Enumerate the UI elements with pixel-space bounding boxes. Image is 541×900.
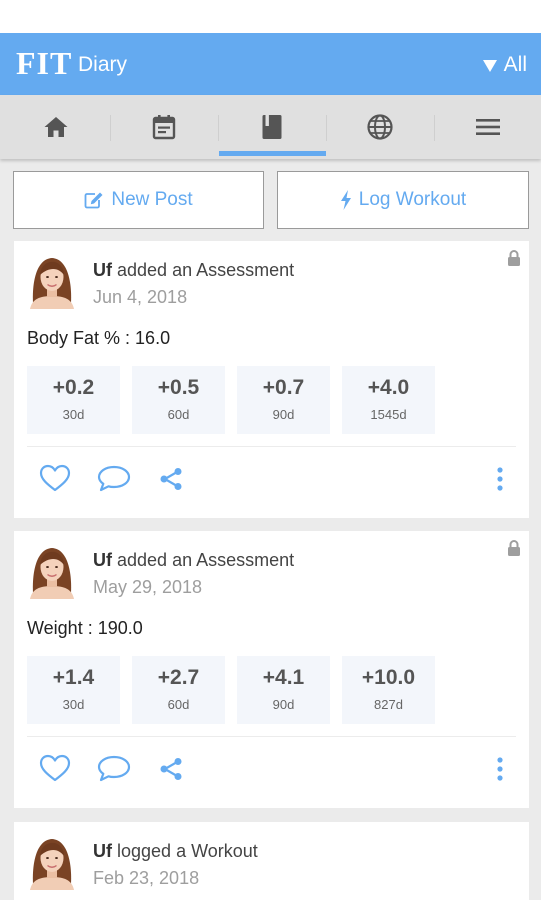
stat-box: +4.1 90d bbox=[237, 656, 330, 724]
feed-filter-label: All bbox=[503, 53, 527, 76]
more-options-icon[interactable] bbox=[496, 756, 504, 782]
stat-box: +0.5 60d bbox=[132, 366, 225, 434]
avatar[interactable] bbox=[28, 834, 76, 890]
more-options-icon[interactable] bbox=[496, 466, 504, 492]
stat-change: +10.0 bbox=[361, 666, 416, 689]
metric-value: Weight : 190.0 bbox=[27, 618, 143, 638]
stat-period: 90d bbox=[272, 407, 295, 422]
stat-box: +10.0 827d bbox=[342, 656, 435, 724]
stat-box: +1.4 30d bbox=[27, 656, 120, 724]
menu-icon bbox=[476, 119, 500, 135]
stat-change: +1.4 bbox=[52, 666, 95, 689]
lightning-icon bbox=[340, 190, 351, 210]
new-post-label: New Post bbox=[111, 189, 193, 210]
post-date: Feb 23, 2018 bbox=[93, 868, 200, 888]
like-icon[interactable] bbox=[39, 464, 71, 492]
tab-menu[interactable] bbox=[434, 95, 541, 159]
dropdown-triangle-icon bbox=[482, 60, 497, 72]
stat-change: +4.1 bbox=[262, 666, 305, 689]
share-icon[interactable] bbox=[158, 756, 184, 782]
feed-filter-dropdown[interactable]: All bbox=[482, 53, 527, 77]
comment-icon[interactable] bbox=[97, 754, 131, 782]
stat-box: +2.7 60d bbox=[132, 656, 225, 724]
stat-box: +4.0 1545d bbox=[342, 366, 435, 434]
like-icon[interactable] bbox=[39, 754, 71, 782]
stat-change: +0.5 bbox=[157, 376, 200, 399]
log-workout-button[interactable]: Log Workout bbox=[277, 171, 529, 229]
app-bar: FIT Diary All bbox=[0, 33, 541, 95]
stat-period: 1545d bbox=[370, 407, 407, 422]
stat-change: +0.7 bbox=[262, 376, 305, 399]
lock-icon bbox=[507, 539, 521, 557]
stat-period: 30d bbox=[62, 407, 85, 422]
post-author-line: Uf added an Assessment bbox=[93, 550, 294, 571]
edit-icon bbox=[84, 192, 103, 209]
stat-period: 30d bbox=[62, 697, 85, 712]
stat-box: +0.7 90d bbox=[237, 366, 330, 434]
active-tab-indicator bbox=[219, 151, 326, 156]
stat-box: +0.2 30d bbox=[27, 366, 120, 434]
stat-row: +0.2 30d +0.5 60d +0.7 90d +4.0 1545d bbox=[27, 366, 435, 434]
stat-period: 827d bbox=[374, 697, 403, 712]
post-action: added an Assessment bbox=[117, 260, 295, 280]
post-author-line: Uf logged a Workout bbox=[93, 841, 258, 862]
post-date: Jun 4, 2018 bbox=[93, 287, 188, 307]
avatar[interactable] bbox=[28, 543, 76, 599]
post-date: May 29, 2018 bbox=[93, 577, 203, 597]
lock-icon bbox=[507, 249, 521, 267]
feed-card: Uf added an Assessment Jun 4, 2018 Body … bbox=[14, 241, 529, 518]
feed-card: Uf logged a Workout Feb 23, 2018 bbox=[14, 822, 529, 900]
book-icon bbox=[262, 115, 282, 139]
app-logo-subtitle: Diary bbox=[78, 53, 128, 76]
stat-change: +2.7 bbox=[157, 666, 200, 689]
tab-diary[interactable] bbox=[218, 95, 326, 159]
divider bbox=[27, 736, 516, 737]
status-bar bbox=[0, 0, 541, 33]
tab-community[interactable] bbox=[326, 95, 434, 159]
tab-bar bbox=[0, 95, 541, 159]
post-author[interactable]: Uf bbox=[93, 550, 112, 570]
stat-period: 90d bbox=[272, 697, 295, 712]
post-author[interactable]: Uf bbox=[93, 841, 112, 861]
stat-period: 60d bbox=[167, 407, 190, 422]
stat-change: +0.2 bbox=[52, 376, 95, 399]
tab-home[interactable] bbox=[2, 95, 110, 159]
home-icon bbox=[44, 117, 68, 137]
feed-card: Uf added an Assessment May 29, 2018 Weig… bbox=[14, 531, 529, 808]
post-author-line: Uf added an Assessment bbox=[93, 260, 294, 281]
calendar-icon bbox=[152, 115, 176, 140]
stat-change: +4.0 bbox=[367, 376, 410, 399]
post-action: logged a Workout bbox=[117, 841, 258, 861]
avatar[interactable] bbox=[28, 253, 76, 309]
metric-value: Body Fat % : 16.0 bbox=[27, 328, 171, 348]
share-icon[interactable] bbox=[158, 466, 184, 492]
divider bbox=[27, 446, 516, 447]
stat-period: 60d bbox=[167, 697, 190, 712]
stat-row: +1.4 30d +2.7 60d +4.1 90d +10.0 827d bbox=[27, 656, 435, 724]
post-action: added an Assessment bbox=[117, 550, 295, 570]
app-logo: FIT bbox=[16, 45, 73, 81]
globe-icon bbox=[367, 114, 393, 140]
tab-calendar[interactable] bbox=[110, 95, 218, 159]
log-workout-label: Log Workout bbox=[358, 189, 467, 210]
new-post-button[interactable]: New Post bbox=[13, 171, 264, 229]
comment-icon[interactable] bbox=[97, 464, 131, 492]
post-author[interactable]: Uf bbox=[93, 260, 112, 280]
